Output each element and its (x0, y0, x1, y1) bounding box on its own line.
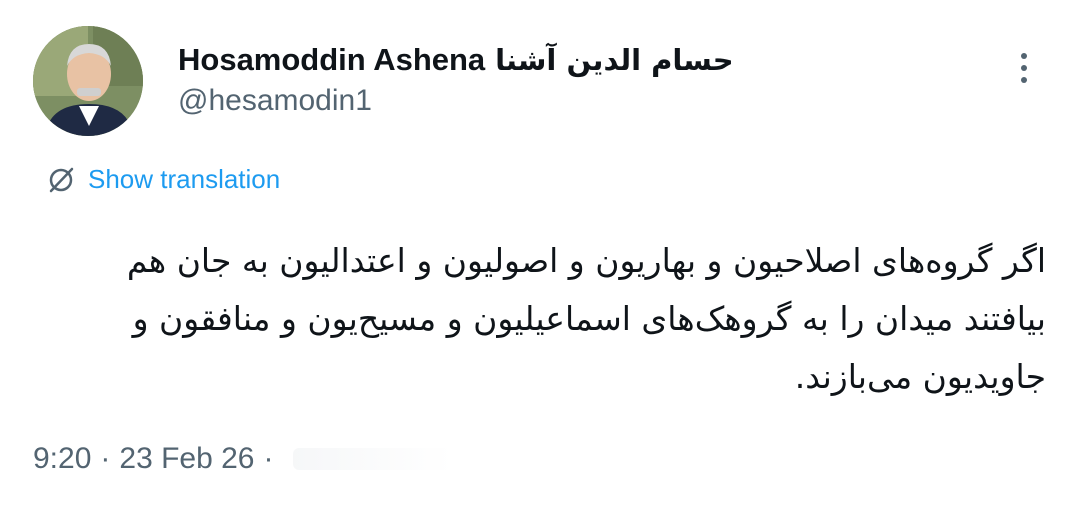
tweet-card: Hosamoddin Ashena حسام الدین آشنا @hesam… (0, 0, 1080, 510)
profile-photo-icon (33, 26, 143, 136)
meta-separator: · (100, 442, 111, 475)
show-translation-button[interactable]: Show translation (46, 164, 280, 195)
tweet-time[interactable]: 9:20 (33, 442, 91, 476)
avatar[interactable] (33, 26, 143, 136)
more-vertical-icon (1021, 53, 1027, 59)
translate-icon (49, 167, 74, 192)
show-translation-label: Show translation (88, 164, 281, 194)
display-name-persian[interactable]: حسام الدین آشنا (495, 43, 734, 77)
more-options-button[interactable] (1004, 46, 1044, 90)
tweet-text: اگر گروه‌های اصلاحیون و بهاریون و اصولیو… (126, 241, 1046, 396)
more-vertical-icon-dot (1021, 65, 1027, 71)
obscured-region (292, 448, 453, 470)
tweet-date[interactable]: 23 Feb 26 (119, 442, 254, 476)
display-name[interactable]: Hosamoddin Ashena (178, 42, 485, 78)
tweet-metadata: 9:20 · 23 Feb 26 · (33, 442, 453, 476)
meta-separator-2: · (263, 442, 274, 475)
user-handle[interactable]: @hesamodin1 (178, 84, 372, 118)
more-vertical-icon-dot (1021, 77, 1027, 83)
author-name-row: Hosamoddin Ashena حسام الدین آشنا (178, 38, 734, 82)
